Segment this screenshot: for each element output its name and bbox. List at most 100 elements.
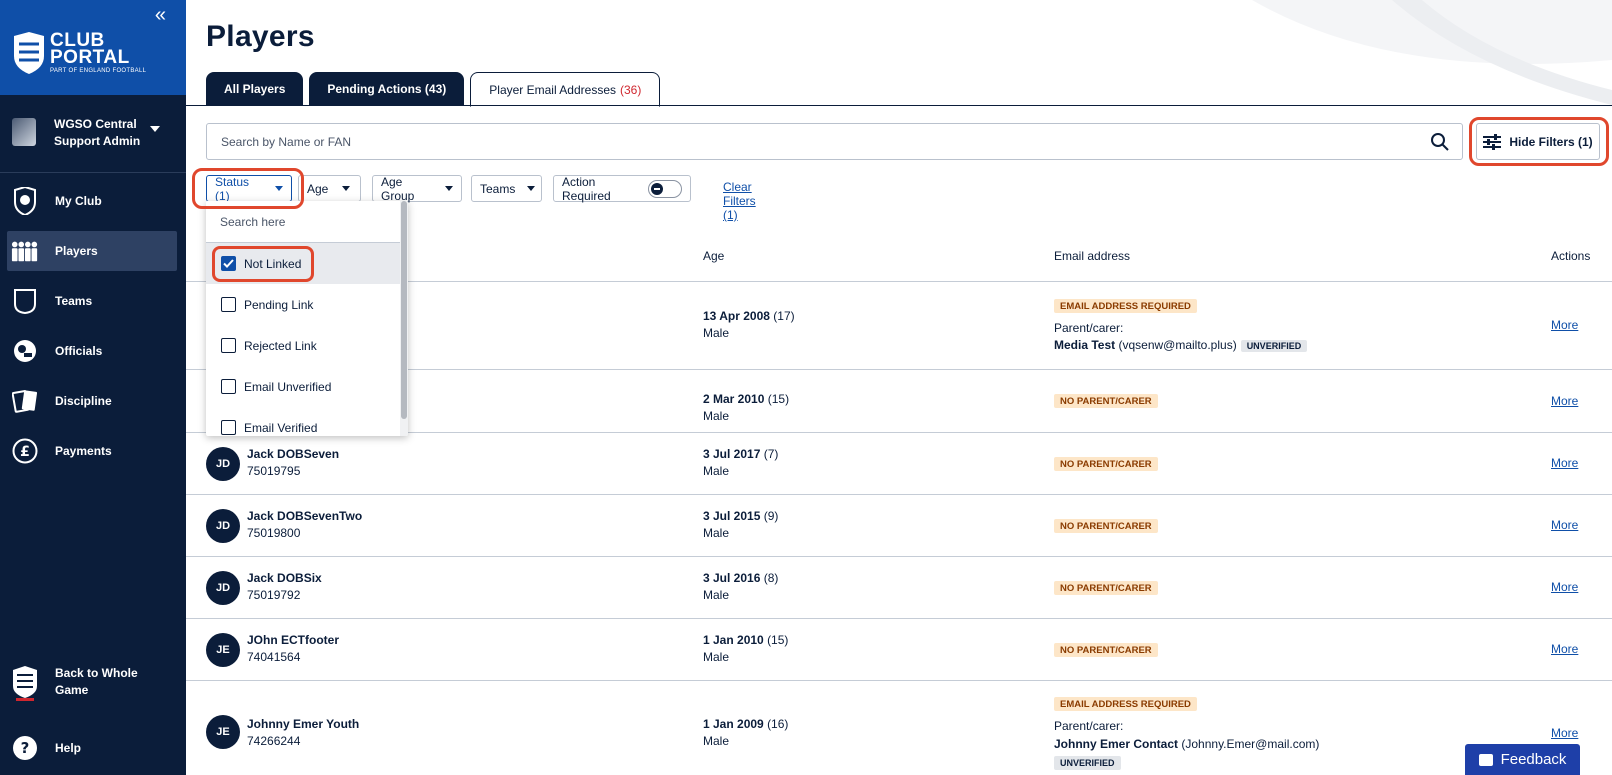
chevron-down-icon[interactable] [150, 126, 160, 132]
dob-date: 1 Jan 2010 [703, 633, 764, 647]
logo-wordmark: CLUB PORTAL [50, 31, 130, 68]
user-switcher[interactable]: WGSO Central Support Admin [0, 110, 186, 170]
sidebar-item-label: Payments [55, 444, 112, 458]
table-row: JD Jack DOBSix 75019792 3 Jul 2016 (8) M… [186, 557, 1612, 619]
more-link[interactable]: More [1551, 726, 1578, 740]
sidebar-item-my-club[interactable]: My Club [7, 181, 177, 221]
age-filter-dropdown[interactable]: Age [298, 175, 361, 202]
collapse-sidebar-icon[interactable]: « [155, 4, 166, 27]
highlight-not-linked-option [212, 246, 314, 282]
tab-pending-actions[interactable]: Pending Actions (43) [309, 72, 465, 106]
tab-player-email-addresses[interactable]: Player Email Addresses (36) [470, 72, 661, 107]
status-badge: NO PARENT/CARER [1054, 457, 1158, 471]
action-required-toggle[interactable] [647, 179, 682, 198]
more-link[interactable]: More [1551, 580, 1578, 594]
dob-age: (17) [773, 309, 795, 323]
player-fan: 74266244 [247, 734, 301, 748]
feedback-button[interactable]: Feedback [1465, 744, 1580, 775]
search-input[interactable] [207, 124, 1430, 159]
dob-date: 13 Apr 2008 [703, 309, 770, 323]
parent-name: Media Test [1054, 338, 1116, 352]
logo-subtitle: PART OF ENGLAND FOOTBALL [50, 68, 147, 74]
svg-text:?: ? [21, 739, 30, 757]
table-row: JD Jack DOBSevenTwo 75019800 3 Jul 2015 … [186, 495, 1612, 557]
avatar: JD [206, 509, 240, 543]
table-row: JE Johnny Emer Youth 74266244 1 Jan 2009… [186, 681, 1612, 775]
filter-label: Teams [480, 181, 516, 196]
sidebar-item-players[interactable]: Players [7, 231, 177, 271]
unverified-badge: UNVERIFIED [1054, 756, 1121, 770]
player-name: Jack DOBSix [247, 571, 322, 585]
tab-bar: All Players Pending Actions (43) Player … [206, 72, 661, 107]
gender: Male [703, 588, 730, 602]
status-filter-menu: Not Linked Pending Link Rejected Link Em… [206, 201, 408, 436]
more-link[interactable]: More [1551, 642, 1578, 656]
players-icon [11, 237, 39, 265]
checkbox-icon[interactable] [221, 379, 236, 394]
gender: Male [703, 409, 730, 423]
sidebar-item-officials[interactable]: Officials [7, 331, 177, 371]
feedback-label: Feedback [1500, 751, 1567, 768]
parent-carer-contact: Johnny Emer Contact (Johnny.Emer@mail.co… [1054, 737, 1319, 751]
highlight-status-filter [192, 168, 304, 209]
sidebar-item-payments[interactable]: £ Payments [7, 431, 177, 471]
date-of-birth: 2 Mar 2010 (15) [703, 392, 789, 406]
avatar: JE [206, 633, 240, 667]
status-badge: NO PARENT/CARER [1054, 394, 1158, 408]
more-link[interactable]: More [1551, 518, 1578, 532]
more-link[interactable]: More [1551, 318, 1578, 332]
option-label: Pending Link [244, 297, 314, 312]
checkbox-icon[interactable] [221, 420, 236, 435]
teams-filter-dropdown[interactable]: Teams [471, 175, 542, 202]
back-to-whole-game[interactable]: Back to Whole Game [7, 660, 177, 704]
sidebar-divider [0, 172, 186, 173]
sidebar: « CLUB PORTAL PART OF ENGLAND FOOTBALL W… [0, 0, 186, 775]
gender: Male [703, 650, 730, 664]
logo-line2: PORTAL [50, 47, 130, 68]
dropdown-scroll-thumb[interactable] [401, 201, 407, 419]
gender: Male [703, 326, 730, 340]
age-group-filter-dropdown[interactable]: Age Group [372, 175, 462, 203]
gender: Male [703, 526, 730, 540]
clear-filters-link[interactable]: Clear Filters (1) [723, 180, 756, 222]
sidebar-item-discipline[interactable]: Discipline [7, 381, 177, 421]
status-option-email-unverified[interactable]: Email Unverified [206, 366, 400, 407]
filter-label: Age [307, 181, 329, 196]
whistle-icon [11, 337, 39, 365]
help-icon: ? [11, 734, 39, 762]
column-header-actions: Actions [1551, 249, 1591, 263]
dob-age: (15) [767, 633, 789, 647]
checkbox-icon[interactable] [221, 338, 236, 353]
chevron-down-icon [342, 186, 351, 191]
player-name: Jack DOBSevenTwo [247, 509, 363, 523]
date-of-birth: 3 Jul 2017 (7) [703, 447, 778, 461]
svg-text:£: £ [20, 444, 30, 460]
status-option-pending-link[interactable]: Pending Link [206, 284, 400, 325]
help-link[interactable]: ? Help [7, 730, 177, 766]
dob-date: 3 Jul 2017 [703, 447, 761, 461]
column-header-age: Age [703, 249, 725, 263]
tab-all-players[interactable]: All Players [206, 72, 304, 106]
toggle-knob [650, 182, 663, 195]
more-link[interactable]: More [1551, 394, 1578, 408]
tab-label: All Players [224, 82, 286, 96]
avatar: JD [206, 571, 240, 605]
highlight-hide-filters [1469, 117, 1609, 166]
checkbox-icon[interactable] [221, 297, 236, 312]
club-badge-icon [11, 187, 39, 215]
sidebar-item-teams[interactable]: Teams [7, 281, 177, 321]
tab-label: Pending Actions (43) [327, 82, 447, 96]
search-icon[interactable] [1430, 132, 1450, 152]
status-option-rejected-link[interactable]: Rejected Link [206, 325, 400, 366]
tab-underline [186, 105, 1612, 106]
date-of-birth: 1 Jan 2009 (16) [703, 717, 788, 731]
gender: Male [703, 734, 730, 748]
dob-date: 3 Jul 2016 [703, 571, 761, 585]
parent-carer-contact: Media Test (vqsenw@mailto.plus) UNVERIFIE… [1054, 338, 1308, 352]
sidebar-item-label: Discipline [55, 394, 112, 408]
dob-age: (9) [763, 509, 779, 523]
more-link[interactable]: More [1551, 456, 1578, 470]
dropdown-scrollbar[interactable] [400, 201, 408, 436]
status-option-email-verified[interactable]: Email Verified [206, 407, 400, 436]
action-required-filter[interactable]: Action Required [553, 175, 691, 203]
